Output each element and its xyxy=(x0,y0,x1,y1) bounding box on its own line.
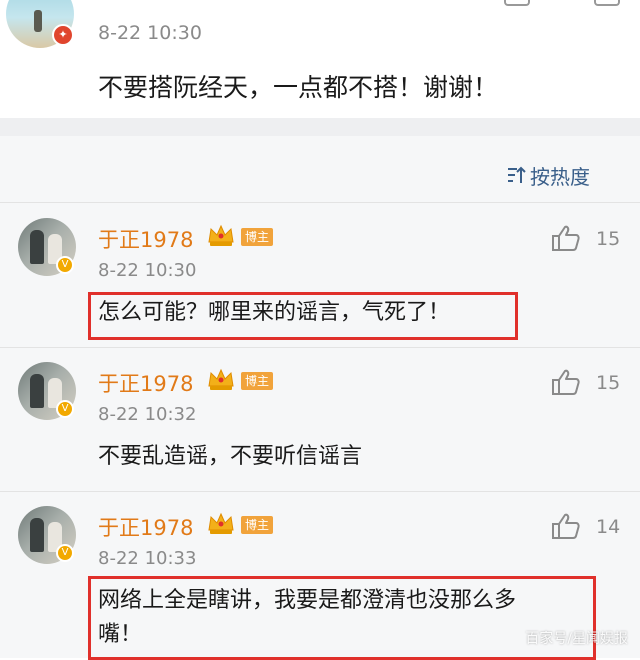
comment-time: 8-22 10:33 xyxy=(98,548,197,569)
comment-item: V 于正1978 博主 14 8-22 10:33 网络上全是瞎讲，我要是都澄清也没那么多… xyxy=(0,492,640,660)
thumbs-up-icon xyxy=(551,369,581,400)
highlight-box xyxy=(88,292,518,340)
sort-by-hot-button[interactable]: 按热度 xyxy=(506,162,590,189)
thumbs-up-icon xyxy=(551,225,581,256)
author-tag: 博主 xyxy=(241,228,274,246)
highlight-box xyxy=(88,576,596,660)
post-text: 不要搭阮经天，一点都不搭！谢谢！ xyxy=(98,73,499,102)
watermark: 百家号/星闻娱报 xyxy=(525,631,628,647)
commenter-name[interactable]: 于正1978 xyxy=(98,224,193,254)
verified-badge-icon: V xyxy=(56,256,74,274)
author-tag: 博主 xyxy=(241,516,274,534)
post-time: 8-22 10:30 xyxy=(98,22,202,44)
like-button[interactable] xyxy=(551,224,581,252)
crown-icon xyxy=(207,224,235,248)
comment-item: V 于正1978 博主 15 8-22 10:32 不要乱造谣，不要听信谣言 xyxy=(0,348,640,492)
like-button[interactable] xyxy=(551,512,581,540)
crown-icon xyxy=(207,512,235,536)
sort-icon xyxy=(508,166,526,183)
crown-icon xyxy=(207,368,235,392)
sort-label: 按热度 xyxy=(530,164,590,189)
comment-text-line: 不要乱造谣，不要听信谣言 xyxy=(98,444,363,469)
commenter-name[interactable]: 于正1978 xyxy=(98,368,193,398)
verified-badge-icon: V xyxy=(56,400,74,418)
verified-badge-icon: V xyxy=(56,544,74,562)
comment-time: 8-22 10:32 xyxy=(98,404,197,425)
comment-text: 不要乱造谣，不要听信谣言 xyxy=(98,440,362,474)
divider xyxy=(0,202,640,203)
thumbs-up-icon xyxy=(551,513,581,544)
comment-list: 按热度 V 于正1978 博主 15 8-22 10:30 怎么可能？哪里来的谣言，气死了… xyxy=(0,136,640,660)
verified-badge-icon: ✦ xyxy=(52,24,74,46)
post-action-icons xyxy=(500,0,640,6)
comment-time: 8-22 10:30 xyxy=(98,260,197,281)
author-tag: 博主 xyxy=(241,372,274,390)
commenter-name[interactable]: 于正1978 xyxy=(98,512,193,542)
comment-item: V 于正1978 博主 15 8-22 10:30 怎么可能？哪里来的谣言，气死了！ xyxy=(0,204,640,348)
like-count: 15 xyxy=(596,372,621,394)
original-post: ✦ 8-22 10:30 不要搭阮经天，一点都不搭！谢谢！ xyxy=(0,0,640,118)
like-button[interactable] xyxy=(551,368,581,396)
like-count: 14 xyxy=(596,516,621,538)
section-divider xyxy=(0,118,640,136)
like-count: 15 xyxy=(596,228,621,250)
